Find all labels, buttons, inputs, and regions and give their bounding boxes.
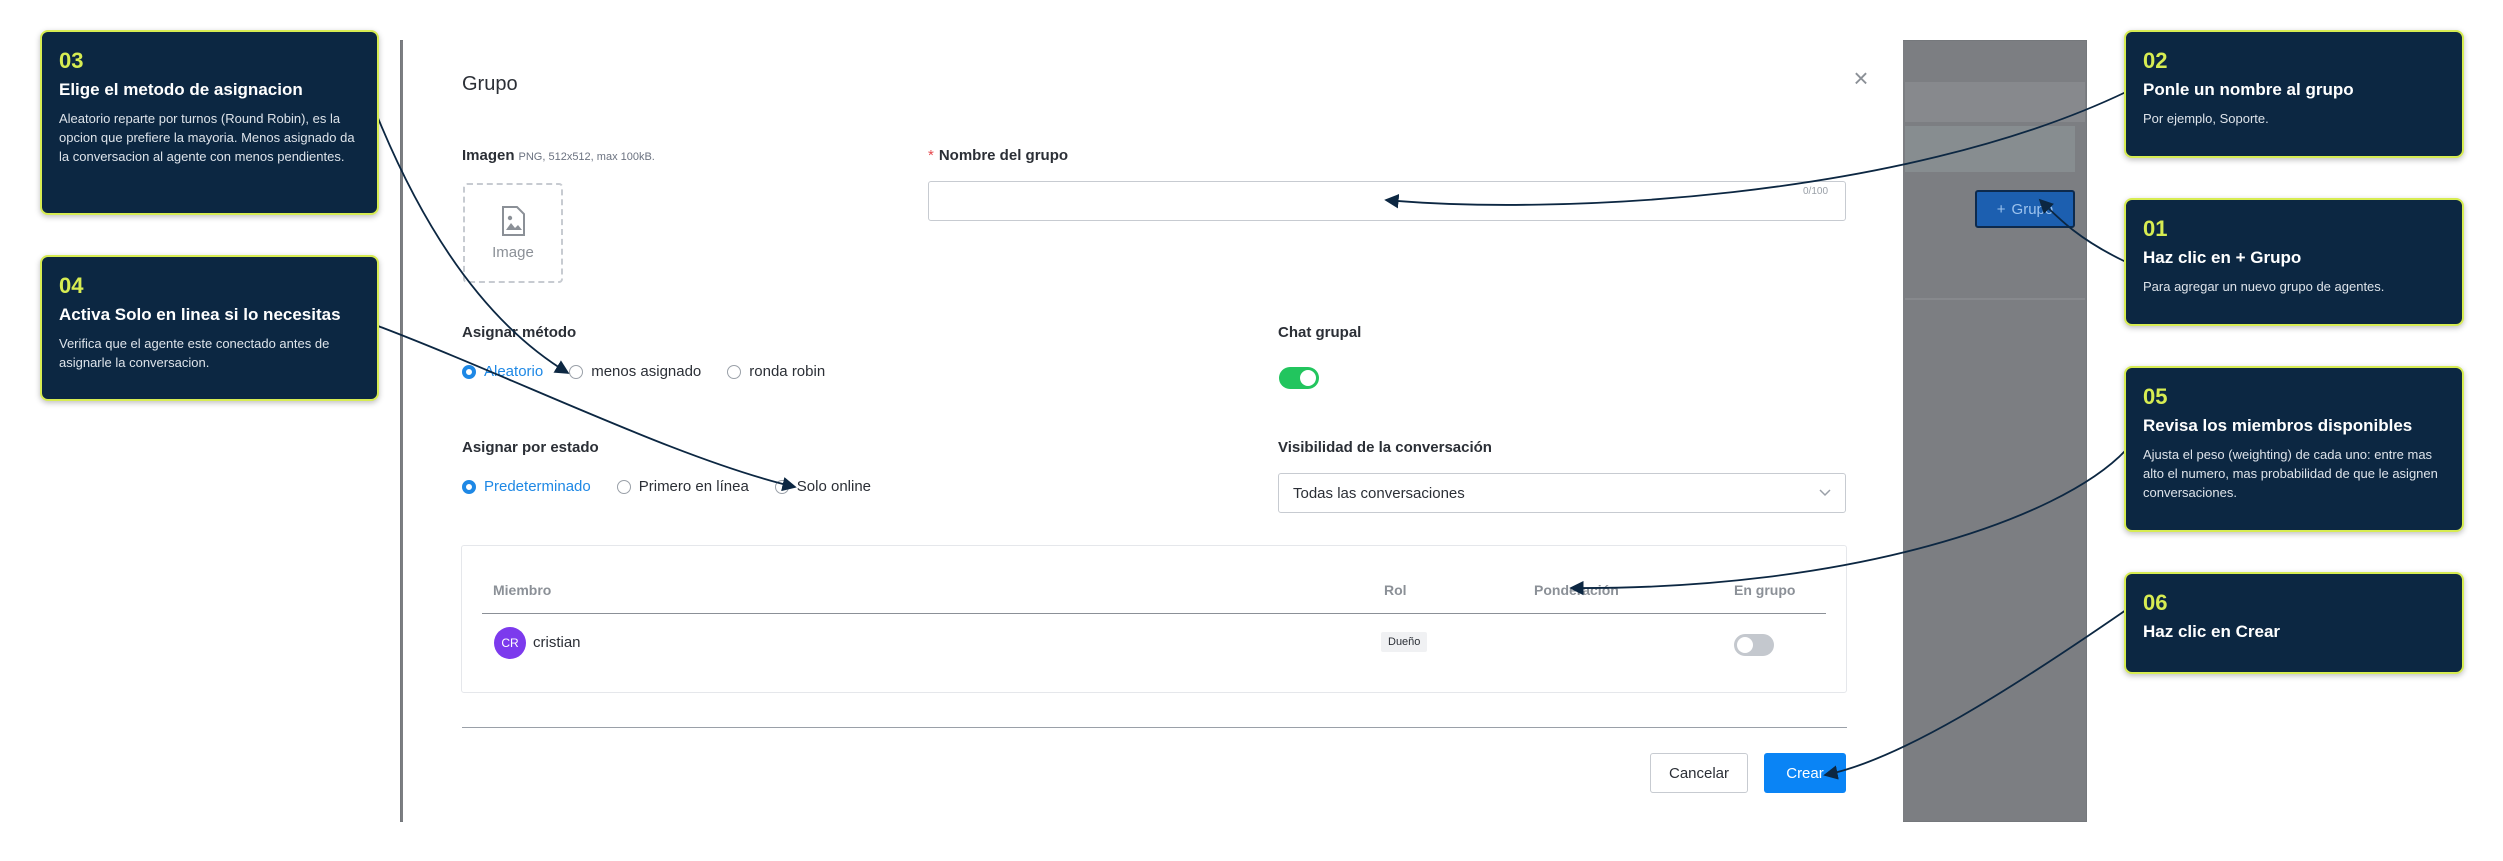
callout-description: Ajusta el peso (weighting) de cada uno: … [2143, 447, 2438, 501]
add-group-button[interactable]: + Grupo [1975, 190, 2075, 228]
role-badge: Dueño [1381, 632, 1428, 652]
callout-description: Por ejemplo, Soporte. [2143, 111, 2269, 127]
callout-number: 04 [59, 273, 84, 298]
callout-number: 02 [2143, 48, 2168, 73]
header-in-group: En grupo [1734, 582, 1796, 598]
assign-method-group: Aleatorio menos asignado ronda robin [462, 363, 851, 380]
callout-description: Verifica que el agente este conectado an… [59, 336, 330, 371]
callout-title: Ponle un nombre al grupo [2143, 80, 2354, 99]
image-hint: PNG, 512x512, max 100kB. [518, 151, 655, 163]
visibility-value: Todas las conversaciones [1293, 484, 1465, 502]
group-modal: Grupo × Imagen PNG, 512x512, max 100kB. I… [403, 40, 1903, 822]
visibility-select[interactable]: Todas las conversaciones [1278, 473, 1846, 513]
chevron-down-icon [1819, 489, 1831, 497]
visibility-label: Visibilidad de la conversación [1278, 439, 1492, 456]
member-name: cristian [533, 634, 581, 651]
cancel-button[interactable]: Cancelar [1650, 753, 1748, 793]
create-button[interactable]: Crear [1764, 753, 1846, 793]
callout-03: 03 Elige el metodo de asignacion Aleator… [40, 30, 379, 215]
callout-title: Revisa los miembros disponibles [2143, 416, 2413, 435]
close-icon[interactable]: × [1845, 62, 1877, 94]
in-group-toggle[interactable] [1734, 634, 1774, 656]
radio-predeterminado[interactable]: Predeterminado [462, 478, 591, 495]
callout-number: 03 [59, 48, 84, 73]
char-counter: 0/100 [1803, 186, 1829, 197]
callout-title: Elige el metodo de asignacion [59, 80, 303, 99]
callout-title: Activa Solo en linea si lo necesitas [59, 305, 341, 324]
header-member: Miembro [493, 582, 552, 598]
table-divider [482, 613, 1826, 614]
required-mark: * [928, 147, 934, 164]
callout-number: 05 [2143, 384, 2168, 409]
callout-01: 01 Haz clic en + Grupo Para agregar un n… [2124, 198, 2464, 326]
assign-status-group: Predeterminado Primero en línea Solo onl… [462, 478, 897, 495]
group-chat-label: Chat grupal [1278, 324, 1362, 341]
header-weighting: Ponderación [1534, 582, 1619, 598]
image-placeholder: Image [492, 243, 534, 261]
assign-status-label: Asignar por estado [462, 439, 599, 456]
callout-title: Haz clic en + Grupo [2143, 248, 2302, 267]
tutorial-canvas: + Grupo Grupo × Imagen PNG, 512x512, max … [0, 0, 2503, 861]
modal-title: Grupo [462, 73, 518, 95]
radio-menos-asignado[interactable]: menos asignado [569, 363, 701, 380]
callout-02: 02 Ponle un nombre al grupo Por ejemplo,… [2124, 30, 2464, 158]
header-role: Rol [1384, 582, 1407, 598]
group-chat-toggle[interactable] [1279, 367, 1319, 389]
image-upload[interactable]: Image [463, 183, 563, 283]
radio-ronda-robin[interactable]: ronda robin [727, 363, 825, 380]
image-label: Imagen PNG, 512x512, max 100kB. [462, 147, 655, 164]
radio-aleatorio[interactable]: Aleatorio [462, 363, 543, 380]
callout-06: 06 Haz clic en Crear [2124, 572, 2464, 674]
footer-divider [462, 727, 1847, 728]
callout-number: 01 [2143, 216, 2168, 241]
radio-primero-en-linea[interactable]: Primero en línea [616, 478, 749, 495]
avatar: CR [494, 627, 526, 659]
add-group-button-label: Grupo [2011, 200, 2054, 218]
group-name-input[interactable] [928, 181, 1846, 221]
members-table: Miembro Rol Ponderación En grupo CR cris… [461, 545, 1847, 693]
image-icon [502, 205, 525, 236]
callout-05: 05 Revisa los miembros disponibles Ajust… [2124, 366, 2464, 532]
group-name-label: * Nombre del grupo [928, 147, 1069, 164]
callout-04: 04 Activa Solo en linea si lo necesitas … [40, 255, 379, 401]
plus-icon: + [1996, 200, 2006, 218]
callout-number: 06 [2143, 590, 2168, 615]
callout-title: Haz clic en Crear [2143, 622, 2281, 641]
callout-description: Para agregar un nuevo grupo de agentes. [2143, 279, 2385, 295]
callout-description: Aleatorio reparte por turnos (Round Robi… [59, 111, 355, 165]
radio-solo-online[interactable]: Solo online [774, 478, 871, 495]
assign-method-label: Asignar método [462, 324, 577, 341]
